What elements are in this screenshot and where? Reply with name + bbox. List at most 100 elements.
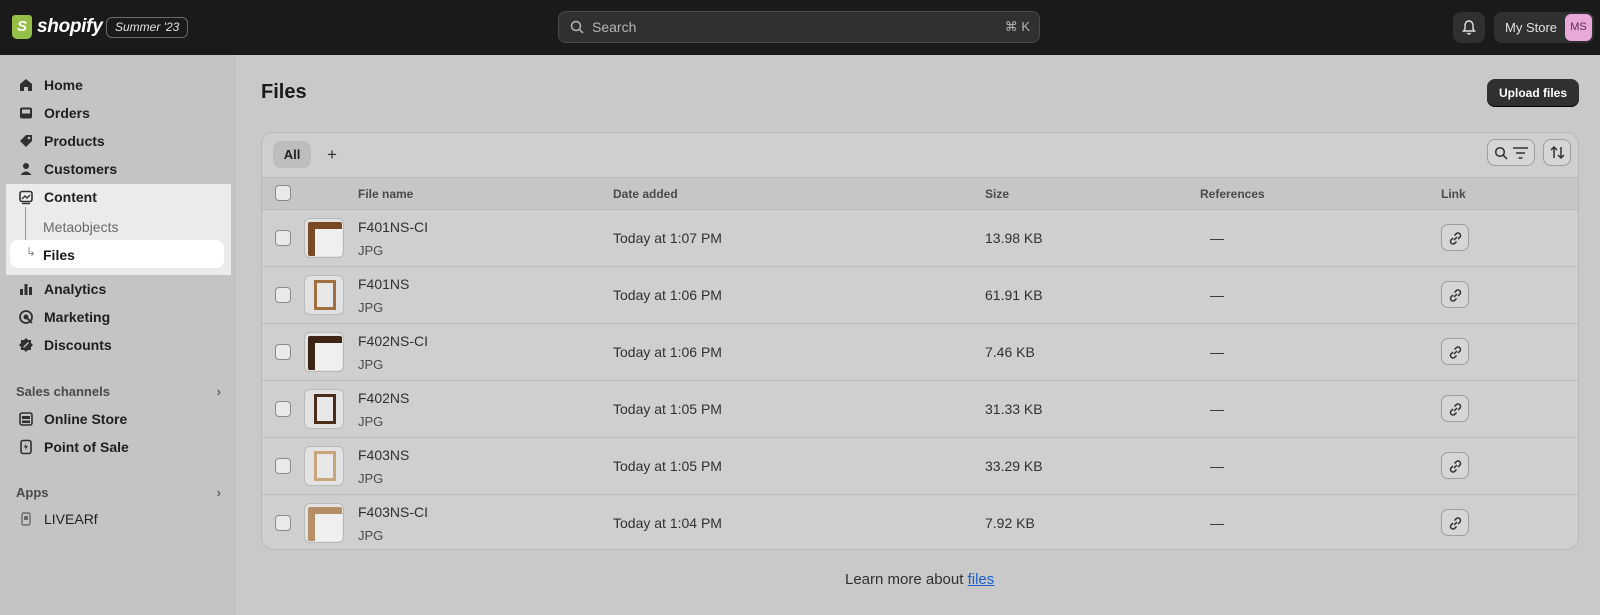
sidebar-item-livearf[interactable]: LIVEARf xyxy=(8,505,224,533)
edition-badge[interactable]: Summer '23 xyxy=(106,17,189,38)
link-icon xyxy=(1449,232,1462,245)
sidebar-item-files[interactable]: Files xyxy=(43,247,75,263)
table-row[interactable]: F403NS-CI JPG Today at 1:04 PM 7.92 KB — xyxy=(262,495,1578,549)
file-date: Today at 1:05 PM xyxy=(613,401,722,417)
link-icon xyxy=(1449,289,1462,302)
file-thumbnail xyxy=(304,389,344,429)
row-checkbox[interactable] xyxy=(275,230,291,246)
file-type: JPG xyxy=(358,243,384,258)
file-references: — xyxy=(1210,401,1224,417)
chevron-right-icon: › xyxy=(216,384,221,399)
apps-heading[interactable]: Apps › xyxy=(16,485,221,500)
select-all-checkbox[interactable] xyxy=(275,185,291,201)
copy-link-button[interactable] xyxy=(1441,224,1469,251)
sidebar-item-products[interactable]: Products xyxy=(8,127,224,155)
file-date: Today at 1:04 PM xyxy=(613,515,722,531)
row-checkbox[interactable] xyxy=(275,458,291,474)
copy-link-button[interactable] xyxy=(1441,281,1469,308)
table-row[interactable]: F402NS-CI JPG Today at 1:06 PM 7.46 KB — xyxy=(262,324,1578,381)
bell-icon xyxy=(1462,20,1476,35)
home-icon xyxy=(20,79,32,91)
file-size: 7.92 KB xyxy=(985,515,1035,531)
row-checkbox[interactable] xyxy=(275,515,291,531)
file-references: — xyxy=(1210,515,1224,531)
file-size: 61.91 KB xyxy=(985,287,1043,303)
sidebar-item-analytics[interactable]: Analytics xyxy=(8,275,224,303)
sales-channels-heading[interactable]: Sales channels › xyxy=(16,384,221,399)
files-help-link[interactable]: files xyxy=(968,571,995,588)
column-references[interactable]: References xyxy=(1200,187,1265,201)
file-references: — xyxy=(1210,287,1224,303)
tag-icon xyxy=(20,135,32,147)
sidebar-item-content[interactable]: Content xyxy=(8,183,224,211)
copy-link-button[interactable] xyxy=(1441,452,1469,479)
file-type: JPG xyxy=(358,414,384,429)
copy-link-button[interactable] xyxy=(1441,509,1469,536)
file-name: F402NS-CI xyxy=(358,333,429,349)
pos-icon xyxy=(20,439,32,455)
column-date-added[interactable]: Date added xyxy=(613,187,678,201)
sidebar-item-marketing[interactable]: Marketing xyxy=(8,303,224,331)
file-name: F401NS-CI xyxy=(358,219,429,235)
table-row[interactable]: F403NS JPG Today at 1:05 PM 33.29 KB — xyxy=(262,438,1578,495)
search-icon xyxy=(570,20,584,34)
link-icon xyxy=(1449,517,1462,530)
top-bar: shopify Summer '23 Search ⌘ K My Store M… xyxy=(0,0,1600,55)
sidebar-item-orders[interactable]: Orders xyxy=(8,99,224,127)
column-file-name[interactable]: File name xyxy=(358,187,413,201)
sidebar-item-point-of-sale[interactable]: Point of Sale xyxy=(8,433,224,461)
app-icon xyxy=(21,512,31,526)
search-input[interactable]: Search ⌘ K xyxy=(558,11,1040,43)
link-icon xyxy=(1449,403,1462,416)
sidebar-item-discounts[interactable]: Discounts xyxy=(8,331,224,359)
table-row[interactable]: F402NS JPG Today at 1:05 PM 31.33 KB — xyxy=(262,381,1578,438)
sidebar-item-home[interactable]: Home xyxy=(8,71,224,99)
notifications-button[interactable] xyxy=(1453,12,1485,43)
target-icon xyxy=(19,310,33,324)
search-placeholder: Search xyxy=(592,19,637,35)
shopify-logo[interactable]: shopify xyxy=(12,15,103,39)
add-view-button[interactable]: + xyxy=(323,141,341,168)
column-size[interactable]: Size xyxy=(985,187,1009,201)
file-references: — xyxy=(1210,230,1224,246)
link-icon xyxy=(1449,460,1462,473)
search-filter-button[interactable] xyxy=(1487,139,1535,166)
file-name: F401NS xyxy=(358,276,410,292)
row-checkbox[interactable] xyxy=(275,287,291,303)
row-checkbox[interactable] xyxy=(275,401,291,417)
filter-icon xyxy=(1513,147,1528,159)
sidebar-item-metaobjects[interactable]: Metaobjects xyxy=(43,219,118,235)
file-thumbnail xyxy=(304,446,344,486)
sort-icon xyxy=(1550,145,1565,160)
file-name: F403NS xyxy=(358,447,410,463)
table-row[interactable]: F401NS-CI JPG Today at 1:07 PM 13.98 KB … xyxy=(262,210,1578,267)
store-menu-button[interactable]: My Store MS xyxy=(1494,12,1594,43)
table-row[interactable]: F401NS JPG Today at 1:06 PM 61.91 KB — xyxy=(262,267,1578,324)
sort-button[interactable] xyxy=(1543,139,1571,166)
upload-files-button[interactable]: Upload files xyxy=(1487,79,1579,107)
file-date: Today at 1:05 PM xyxy=(613,458,722,474)
tab-all[interactable]: All xyxy=(273,141,311,168)
file-name: F403NS-CI xyxy=(358,504,429,520)
avatar: MS xyxy=(1565,14,1592,41)
copy-link-button[interactable] xyxy=(1441,395,1469,422)
file-size: 33.29 KB xyxy=(985,458,1043,474)
shopify-bag-icon xyxy=(12,15,32,39)
file-size: 13.98 KB xyxy=(985,230,1043,246)
files-card: All + File name Date added Size Referenc… xyxy=(261,132,1579,550)
file-thumbnail xyxy=(304,275,344,315)
copy-link-button[interactable] xyxy=(1441,338,1469,365)
sidebar-item-online-store[interactable]: Online Store xyxy=(8,405,224,433)
file-thumbnail xyxy=(304,218,344,258)
file-size: 7.46 KB xyxy=(985,344,1035,360)
row-checkbox[interactable] xyxy=(275,344,291,360)
search-icon xyxy=(1494,146,1508,160)
store-name: My Store xyxy=(1505,20,1558,35)
file-date: Today at 1:06 PM xyxy=(613,344,722,360)
file-references: — xyxy=(1210,344,1224,360)
file-type: JPG xyxy=(358,528,384,543)
sidebar-item-customers[interactable]: Customers xyxy=(8,155,224,183)
bar-chart-icon xyxy=(20,284,32,295)
store-icon xyxy=(19,412,33,426)
column-link: Link xyxy=(1441,187,1466,201)
